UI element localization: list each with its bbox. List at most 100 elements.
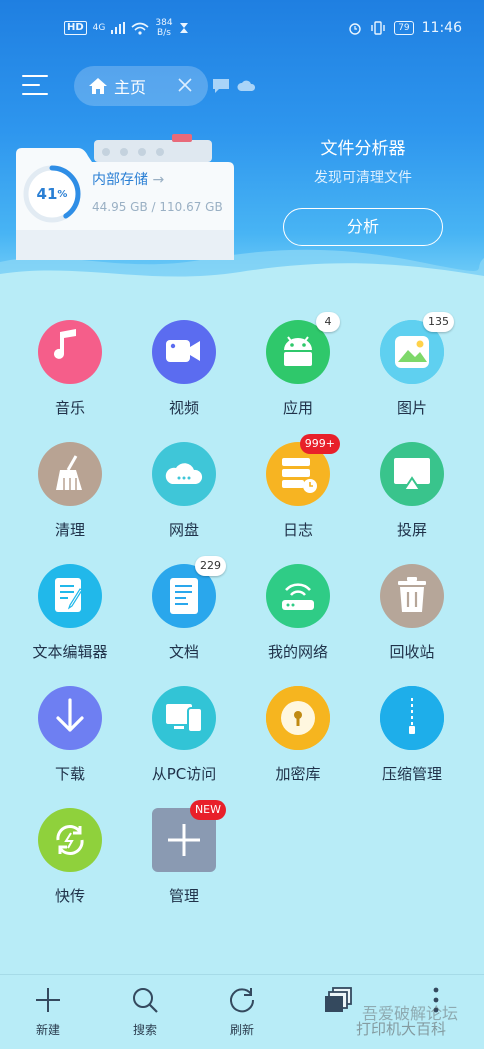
storage-percent: 41% bbox=[20, 162, 84, 226]
grid-item-2[interactable]: 4 应用 bbox=[243, 312, 353, 418]
grid-item-label: 音乐 bbox=[54, 399, 85, 417]
net-speed-unit: B/s bbox=[157, 28, 171, 38]
grid-item-16[interactable]: 快传 bbox=[15, 808, 125, 906]
battery-level: 79 bbox=[394, 21, 414, 35]
grid-item-label: 日志 bbox=[282, 521, 313, 539]
grid-item-label: 投屏 bbox=[396, 521, 427, 539]
grid-item-7[interactable]: 投屏 bbox=[357, 442, 467, 540]
count-badge: 999+ bbox=[299, 434, 340, 454]
video-camera-icon bbox=[152, 320, 216, 384]
storage-label-text: 内部存储 bbox=[92, 172, 148, 188]
hd-indicator: HD bbox=[64, 21, 87, 35]
grid-item-15[interactable]: 压缩管理 bbox=[357, 686, 467, 784]
lock-icon bbox=[266, 686, 330, 750]
grid-item-label: 图片 bbox=[396, 399, 427, 417]
grid-item-3[interactable]: 135 图片 bbox=[357, 312, 467, 418]
network-type: 4G bbox=[92, 23, 106, 33]
grid-item-10[interactable]: 我的网络 bbox=[243, 564, 353, 662]
count-badge: 4 bbox=[316, 312, 340, 332]
text-edit-icon bbox=[38, 564, 102, 628]
grid-item-label: 下载 bbox=[54, 765, 85, 783]
plus-icon bbox=[36, 988, 60, 1012]
refresh-button-label: 刷新 bbox=[229, 1023, 254, 1037]
pc-phone-icon bbox=[152, 686, 216, 750]
cloud-icon bbox=[152, 442, 216, 506]
grid-item-11[interactable]: 回收站 bbox=[357, 564, 467, 662]
new-button[interactable]: 新建 bbox=[18, 985, 78, 1038]
signal-icon bbox=[111, 22, 126, 34]
storage-usage: 44.95 GB / 110.67 GB bbox=[92, 200, 223, 214]
search-button[interactable]: 搜索 bbox=[115, 985, 175, 1038]
alarm-icon bbox=[349, 23, 361, 35]
grid-item-label: 管理 bbox=[168, 887, 199, 905]
status-bar: HD 4G 384 B/s 79 11:46 bbox=[0, 0, 484, 56]
windows-button[interactable] bbox=[309, 985, 369, 1019]
analyzer-title: 文件分析器 bbox=[320, 139, 406, 159]
grid-item-label: 从PC访问 bbox=[151, 765, 217, 783]
close-icon[interactable] bbox=[176, 76, 194, 94]
grid-item-5[interactable]: 网盘 bbox=[129, 442, 239, 540]
grid-item-label: 压缩管理 bbox=[381, 765, 442, 783]
grid-item-label: 网盘 bbox=[168, 521, 199, 539]
grid-item-label: 清理 bbox=[54, 521, 85, 539]
download-icon bbox=[38, 686, 102, 750]
tab-home-label: 主页 bbox=[114, 78, 147, 97]
grid-item-12[interactable]: 下载 bbox=[15, 686, 125, 784]
hamburger-menu-icon[interactable] bbox=[22, 72, 50, 98]
count-badge: NEW bbox=[189, 800, 226, 820]
android-icon: 4 bbox=[266, 312, 340, 384]
grid-item-13[interactable]: 从PC访问 bbox=[129, 686, 239, 784]
broom-icon bbox=[38, 442, 102, 506]
windows-icon bbox=[325, 987, 352, 1012]
music-note-icon bbox=[38, 320, 102, 384]
grid-item-9[interactable]: 229 文档 bbox=[129, 556, 239, 662]
count-badge: 229 bbox=[195, 556, 226, 576]
grid-item-1[interactable]: 视频 bbox=[129, 320, 239, 418]
search-icon bbox=[133, 988, 158, 1013]
storage-percent-sign: % bbox=[57, 188, 68, 200]
net-speed-value: 384 bbox=[155, 18, 173, 28]
grid-item-17[interactable]: NEW 管理 bbox=[129, 800, 239, 906]
home-icon bbox=[89, 78, 107, 94]
grid-item-4[interactable]: 清理 bbox=[15, 442, 125, 540]
grid-item-label: 视频 bbox=[168, 399, 199, 417]
grid-item-8[interactable]: 文本编辑器 bbox=[15, 564, 125, 662]
analyzer-subtitle: 发现可清理文件 bbox=[314, 170, 412, 186]
add-icon: NEW bbox=[152, 800, 226, 872]
grid-item-14[interactable]: 加密库 bbox=[243, 686, 353, 784]
grid-item-label: 加密库 bbox=[275, 765, 321, 783]
document-icon: 229 bbox=[152, 556, 226, 628]
watermark-line2: 打印机大百科 bbox=[356, 1020, 447, 1038]
analyze-button[interactable]: 分析 bbox=[283, 208, 443, 246]
cloud-icon[interactable] bbox=[236, 78, 256, 92]
grid-item-label: 应用 bbox=[282, 399, 313, 417]
new-button-label: 新建 bbox=[35, 1023, 60, 1037]
storage-percent-value: 41 bbox=[36, 185, 58, 203]
wifi-icon bbox=[131, 22, 149, 35]
grid-item-label: 文本编辑器 bbox=[32, 643, 108, 661]
storage-label[interactable]: 内部存储 → bbox=[92, 169, 164, 189]
grid-item-label: 快传 bbox=[54, 887, 85, 905]
refresh-icon bbox=[230, 988, 255, 1013]
refresh-button[interactable]: 刷新 bbox=[212, 985, 272, 1038]
grid-item-0[interactable]: 音乐 bbox=[15, 320, 125, 418]
hourglass-icon bbox=[179, 23, 188, 33]
sync-transfer-icon bbox=[38, 808, 102, 872]
grid-item-6[interactable]: 999+ 日志 bbox=[243, 434, 353, 540]
zip-icon bbox=[380, 686, 444, 750]
image-icon: 135 bbox=[380, 312, 454, 384]
grid-item-label: 文档 bbox=[168, 643, 199, 661]
chat-icon[interactable] bbox=[212, 78, 230, 94]
grid-item-label: 我的网络 bbox=[267, 643, 328, 661]
clock: 11:46 bbox=[421, 20, 462, 36]
tab-home[interactable]: 主页 bbox=[74, 66, 208, 106]
vibrate-icon bbox=[371, 21, 385, 35]
cast-screen-icon bbox=[380, 442, 444, 506]
search-button-label: 搜索 bbox=[132, 1023, 157, 1037]
arrow-right-icon: → bbox=[152, 172, 165, 188]
count-badge: 135 bbox=[423, 312, 454, 332]
net-speed: 384 B/s bbox=[155, 18, 172, 38]
router-icon bbox=[266, 564, 330, 628]
trash-icon bbox=[380, 564, 444, 628]
log-stack-icon: 999+ bbox=[266, 434, 340, 506]
